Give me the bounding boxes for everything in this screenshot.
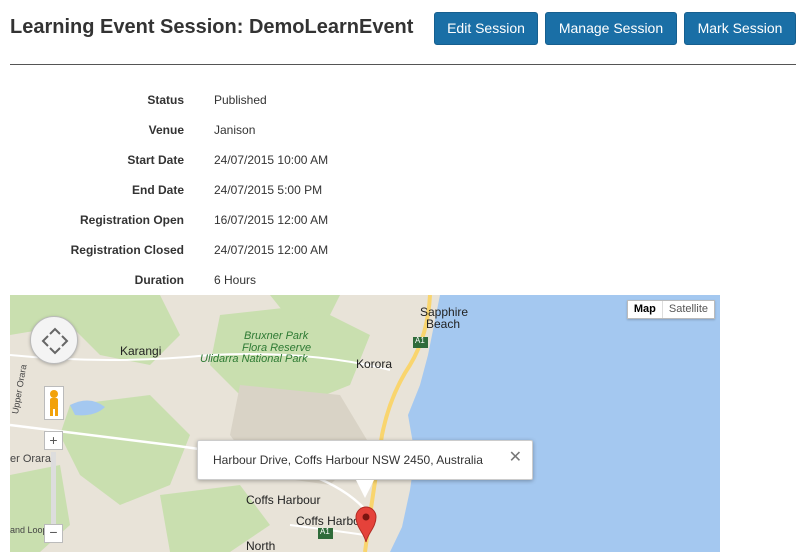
detail-row-registration-open: Registration Open 16/07/2015 12:00 AM <box>0 205 500 235</box>
map-label-korora: Korora <box>356 357 393 371</box>
street-view-pegman[interactable] <box>44 386 64 420</box>
map-label-beach: Beach <box>426 317 461 331</box>
detail-row-registration-closed: Registration Closed 24/07/2015 12:00 AM <box>0 235 500 265</box>
pan-arrows-icon <box>41 327 69 355</box>
duration-label: Duration <box>134 273 184 287</box>
map-label-a1-top: A1 <box>415 336 425 345</box>
detail-row-venue: Venue Janison <box>0 115 500 145</box>
detail-row-duration: Duration 6 Hours <box>0 265 500 295</box>
status-value: Published <box>214 93 267 107</box>
pan-control[interactable] <box>30 316 78 364</box>
pegman-icon <box>50 390 58 416</box>
venue-value: Janison <box>214 123 256 137</box>
detail-row-status: Status Published <box>0 85 500 115</box>
map-type-satellite-button[interactable]: Satellite <box>663 301 714 318</box>
map-pin-icon <box>355 506 377 543</box>
map-label-north: North <box>246 539 276 552</box>
zoom-in-button[interactable]: + <box>44 431 63 450</box>
edit-session-button[interactable]: Edit Session <box>434 12 538 45</box>
mark-session-button[interactable]: Mark Session <box>684 12 796 45</box>
end-date-value: 24/07/2015 5:00 PM <box>214 183 323 197</box>
venue-map[interactable]: Sapphire Beach Bruxner Park Flora Reserv… <box>10 295 720 552</box>
info-address: Harbour Drive, Coffs Harbour NSW 2450, A… <box>213 453 483 467</box>
map-label-ulidarra: Ulidarra National Park <box>200 353 308 365</box>
map-label-a1-bottom: A1 <box>320 527 330 536</box>
close-icon[interactable]: ✕ <box>509 449 522 467</box>
detail-row-end-date: End Date 24/07/2015 5:00 PM <box>0 175 500 205</box>
detail-row-start-date: Start Date 24/07/2015 10:00 AM <box>0 145 500 175</box>
map-type-control: Map Satellite <box>626 300 715 319</box>
map-label-karangi: Karangi <box>120 344 162 358</box>
map-label-orara: er Orara <box>10 453 51 465</box>
start-date-value: 24/07/2015 10:00 AM <box>214 153 329 167</box>
map-label-bruxner: Bruxner Park <box>244 330 309 342</box>
zoom-out-button[interactable]: − <box>44 524 63 543</box>
map-info-window: Harbour Drive, Coffs Harbour NSW 2450, A… <box>197 440 533 480</box>
venue-label: Venue <box>148 123 184 137</box>
registration-closed-label: Registration Closed <box>70 243 184 257</box>
page-title: Learning Event Session: DemoLearnEvent <box>10 16 414 38</box>
registration-closed-value: 24/07/2015 12:00 AM <box>214 243 329 257</box>
start-date-label: Start Date <box>127 153 184 167</box>
manage-session-button[interactable]: Manage Session <box>545 12 677 45</box>
map-label-coffs-harbour: Coffs Harbour <box>246 493 321 507</box>
info-window-tail <box>356 480 374 498</box>
registration-open-label: Registration Open <box>79 213 184 227</box>
location-marker-icon[interactable] <box>354 505 378 543</box>
map-type-map-button[interactable]: Map <box>628 301 663 318</box>
session-details: Status Published Venue Janison Start Dat… <box>0 85 500 295</box>
page-header: Learning Event Session: DemoLearnEvent E… <box>0 0 804 64</box>
map-label-loop: and Loop <box>10 525 48 535</box>
status-label: Status <box>147 93 184 107</box>
duration-value: 6 Hours <box>214 273 257 287</box>
registration-open-value: 16/07/2015 12:00 AM <box>214 213 329 227</box>
header-divider <box>10 64 796 65</box>
zoom-slider[interactable] <box>51 452 56 524</box>
end-date-label: End Date <box>131 183 184 197</box>
